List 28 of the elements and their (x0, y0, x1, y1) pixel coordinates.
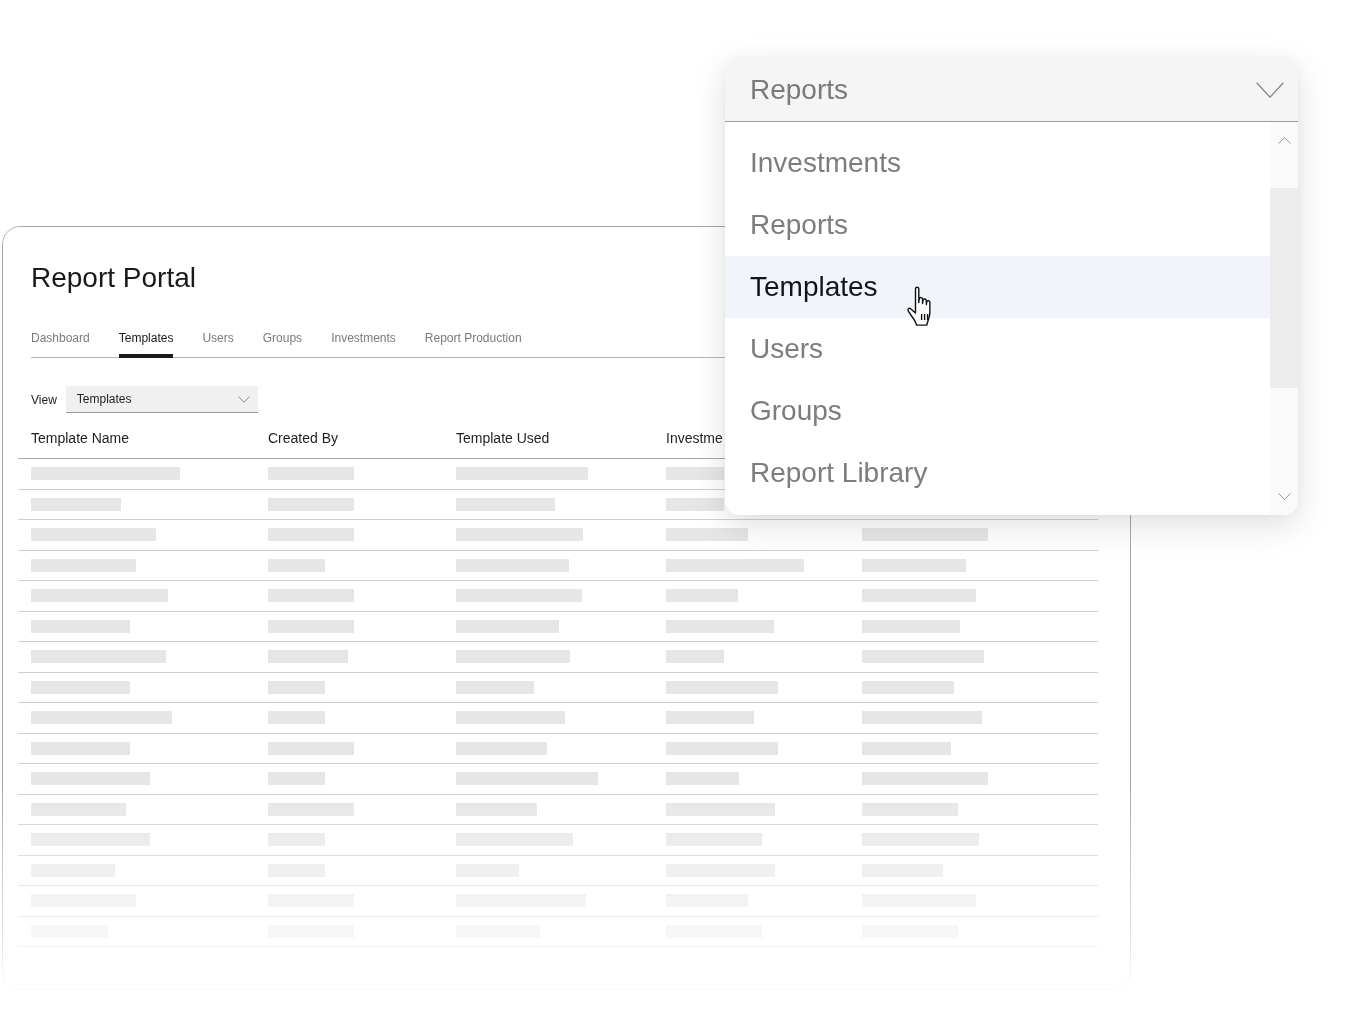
column-header: Template Name (31, 430, 130, 447)
tab[interactable]: Users (202, 330, 234, 358)
tab[interactable]: Groups (262, 330, 303, 358)
placeholder-bar (268, 711, 325, 725)
column-header: Created By (268, 430, 339, 447)
reports-select[interactable]: Reports (725, 58, 1298, 122)
chevron-down-icon (1256, 81, 1284, 98)
view-label: View (31, 392, 57, 407)
scrollbar[interactable] (1270, 122, 1298, 515)
tab[interactable]: Templates (118, 330, 174, 358)
tab[interactable]: Report Production (424, 330, 522, 358)
placeholder-bar (268, 772, 325, 786)
placeholder-bar (666, 589, 738, 603)
placeholder-bar (666, 497, 724, 511)
view-select[interactable]: Templates (65, 386, 258, 413)
chevron-down-icon (237, 395, 250, 403)
portal-title: Report Portal (31, 261, 196, 295)
placeholder-bar (666, 650, 724, 664)
chevron-up-icon[interactable] (1277, 137, 1291, 144)
tab[interactable]: Dashboard (31, 330, 90, 358)
placeholder-bar (268, 680, 325, 694)
tab[interactable]: Investments (331, 330, 396, 358)
column-header: Template Used (456, 430, 550, 447)
dropdown-option[interactable]: Templates (725, 256, 1270, 318)
chevron-down-icon[interactable] (1277, 493, 1291, 500)
placeholder-bar (666, 467, 724, 481)
column-header: Investme (666, 430, 723, 447)
placeholder-bar (268, 558, 325, 572)
